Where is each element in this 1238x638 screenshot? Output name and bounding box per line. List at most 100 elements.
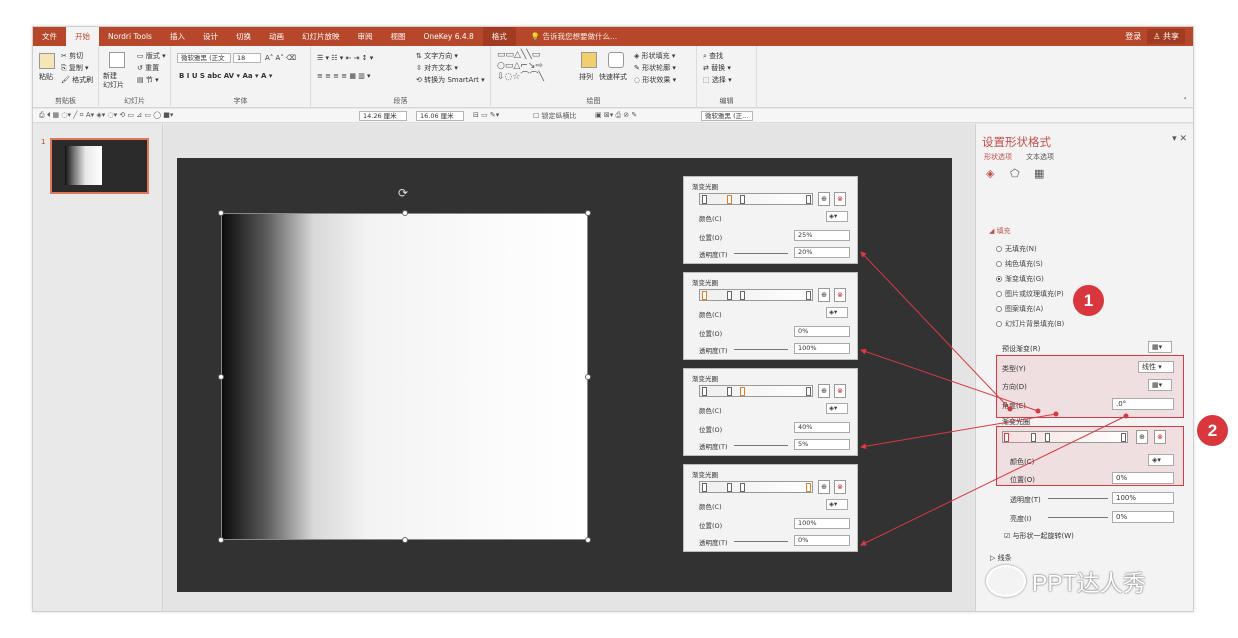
select-button[interactable]: ⬚ 选择 ▾ <box>703 75 732 85</box>
fill-option-background[interactable]: 幻灯片背景填充(B) <box>996 319 1064 329</box>
tab-file[interactable]: 文件 <box>33 27 66 46</box>
add-stop-button[interactable]: ⊕ <box>818 480 830 494</box>
font-size-select[interactable]: 18 <box>233 53 261 63</box>
tab-view[interactable]: 视图 <box>381 27 414 46</box>
replace-button[interactable]: ⇄ 替换 ▾ <box>703 63 731 73</box>
gradient-stop[interactable] <box>1004 433 1009 442</box>
remove-stop-button[interactable]: ⊗ <box>834 192 846 206</box>
gradient-stop[interactable] <box>806 195 811 204</box>
fill-option-gradient[interactable]: 渐变填充(G) <box>996 274 1044 284</box>
gradient-stops-bar[interactable] <box>699 385 813 397</box>
transparency-slider[interactable] <box>734 349 788 350</box>
find-button[interactable]: ⌕ 查找 <box>703 51 723 61</box>
color-picker[interactable]: ◈▾ <box>1148 454 1174 466</box>
add-stop-button[interactable]: ⊕ <box>818 288 830 302</box>
add-stop-button[interactable]: ⊕ <box>818 192 830 206</box>
fill-option-picture[interactable]: 图片或纹理填充(P) <box>996 289 1064 299</box>
transparency-input[interactable]: 100% <box>794 343 850 354</box>
align-buttons[interactable]: ≡ ≡ ≡ ≡ ▦ ▥ ▾ <box>317 72 371 80</box>
fill-option-none[interactable]: 无填充(N) <box>996 244 1037 254</box>
gradient-stop[interactable] <box>806 291 811 300</box>
transparency-slider[interactable] <box>734 541 788 542</box>
fill-option-pattern[interactable]: 图案填充(A) <box>996 304 1043 314</box>
section-button[interactable]: ▤ 节 ▾ <box>137 75 159 85</box>
resize-handle[interactable] <box>585 537 591 543</box>
transparency-slider[interactable] <box>1048 498 1108 499</box>
height-field[interactable]: 16.06 厘米 <box>416 111 464 121</box>
fill-line-icon[interactable]: ◈ <box>986 167 994 180</box>
gradient-stop-selected[interactable] <box>740 387 745 396</box>
tab-design[interactable]: 设计 <box>194 27 227 46</box>
position-input[interactable]: 40% <box>794 422 850 433</box>
gradient-stop[interactable] <box>1031 433 1036 442</box>
transparency-input[interactable]: 0% <box>794 535 850 546</box>
shape-fill-button[interactable]: ◈ 形状填充 ▾ <box>634 51 675 61</box>
list-buttons[interactable]: ☰ ▾ ☷ ▾ ⇤ ⇥ ↕ ▾ <box>317 54 373 62</box>
cut-button[interactable]: ✂ 剪切 <box>61 51 83 61</box>
tab-slideshow[interactable]: 幻灯片放映 <box>293 27 349 46</box>
resize-handle[interactable] <box>218 537 224 543</box>
gradient-stop-selected[interactable] <box>702 291 707 300</box>
add-stop-button[interactable]: ⊕ <box>1136 430 1148 444</box>
type-select[interactable]: 线性 ▾ <box>1138 361 1174 373</box>
transparency-slider[interactable] <box>734 445 788 446</box>
brightness-slider[interactable] <box>1048 517 1108 518</box>
grow-shrink-font-buttons[interactable]: A˄ A˅ ⌫ <box>265 54 296 62</box>
quick-tool-icons-2[interactable]: ⊟ ▭ ✎▾ <box>473 111 499 119</box>
quick-tool-icons[interactable]: ⎙ ⏴ ▦ ◌▾ ╱ ⌗ A▾ ◈▾ ◌▾ ⟲ ▭ ⊿ ▭ ◯ ■▾ <box>39 111 173 120</box>
tab-transitions[interactable]: 切换 <box>227 27 260 46</box>
remove-stop-button[interactable]: ⊗ <box>834 480 846 494</box>
transparency-slider[interactable] <box>734 253 788 254</box>
gradient-stop[interactable] <box>727 387 732 396</box>
gradient-rectangle[interactable] <box>218 210 591 543</box>
gradient-stops-bar[interactable] <box>699 289 813 301</box>
gradient-stop-selected[interactable] <box>806 483 811 492</box>
width-field[interactable]: 14.26 厘米 <box>359 111 407 121</box>
quick-styles-button[interactable]: 快速样式 <box>599 72 627 82</box>
format-painter-button[interactable]: 🖌 格式刷 <box>61 75 93 85</box>
resize-handle[interactable] <box>585 210 591 216</box>
shape-effects-button[interactable]: ◌ 形状效果 ▾ <box>634 75 676 85</box>
fill-option-solid[interactable]: 纯色填充(S) <box>996 259 1043 269</box>
tab-shape-options[interactable]: 形状选项 <box>984 152 1012 162</box>
effects-icon[interactable]: ⬠ <box>1010 167 1020 180</box>
tab-format[interactable]: 格式 <box>482 27 516 46</box>
gradient-stops-bar[interactable] <box>699 193 813 205</box>
transparency-input[interactable]: 100% <box>1112 492 1174 504</box>
close-pane-icon[interactable]: ▾ ✕ <box>1172 134 1187 144</box>
gradient-stop[interactable] <box>740 291 745 300</box>
position-input[interactable]: 100% <box>794 518 850 529</box>
tab-review[interactable]: 审阅 <box>348 27 381 46</box>
gradient-stop[interactable] <box>727 483 732 492</box>
tab-nordri-tools[interactable]: Nordri Tools <box>99 27 161 46</box>
layout-button[interactable]: ▭ 版式 ▾ <box>137 51 166 61</box>
tab-animations[interactable]: 动画 <box>260 27 293 46</box>
position-input[interactable]: 0% <box>794 326 850 337</box>
color-picker[interactable]: ◈▾ <box>826 403 848 414</box>
tab-onekey[interactable]: OneKey 6.4.8 <box>414 27 482 46</box>
shape-outline-button[interactable]: ✎ 形状轮廓 ▾ <box>634 63 676 73</box>
arrange-button[interactable]: 排列 <box>579 72 593 82</box>
gradient-stop[interactable] <box>1045 433 1050 442</box>
smartart-button[interactable]: ⟲ 转换为 SmartArt ▾ <box>416 75 485 85</box>
gradient-stops-bar[interactable] <box>699 481 813 493</box>
color-picker[interactable]: ◈▾ <box>826 211 848 222</box>
font-format-buttons[interactable]: B I U S abc AV ▾ Aa ▾ A ▾ <box>179 72 272 80</box>
new-slide-button[interactable]: 新建 幻灯片 <box>103 72 124 90</box>
gradient-stop[interactable] <box>727 291 732 300</box>
remove-stop-button[interactable]: ⊗ <box>1154 430 1166 444</box>
quick-tool-icons-3[interactable]: ▣ ⊠▾ ⎙ ⊘ ✎ <box>595 111 637 120</box>
new-slide-icon[interactable] <box>109 52 125 68</box>
brightness-input[interactable]: 0% <box>1112 511 1174 523</box>
gradient-stop[interactable] <box>702 387 707 396</box>
preset-gradient-select[interactable]: ▦▾ <box>1148 341 1172 353</box>
quick-styles-icon[interactable] <box>608 52 624 68</box>
transparency-input[interactable]: 5% <box>794 439 850 450</box>
share-button[interactable]: ♙ 共享 <box>1147 29 1185 44</box>
slide[interactable]: ⟳ 渐变光圈 ⊕ ⊗ 颜色(C) ◈▾ 位置(O) 25% 透明度(T) 20%… <box>177 158 952 592</box>
tab-text-options[interactable]: 文本选项 <box>1026 152 1054 162</box>
pane-gradient-stops-bar[interactable] <box>1002 431 1128 443</box>
font-name-select[interactable]: 微软雅黑 (正文 <box>177 53 231 63</box>
rotate-handle-icon[interactable]: ⟳ <box>398 186 408 200</box>
color-picker[interactable]: ◈▾ <box>826 307 848 318</box>
